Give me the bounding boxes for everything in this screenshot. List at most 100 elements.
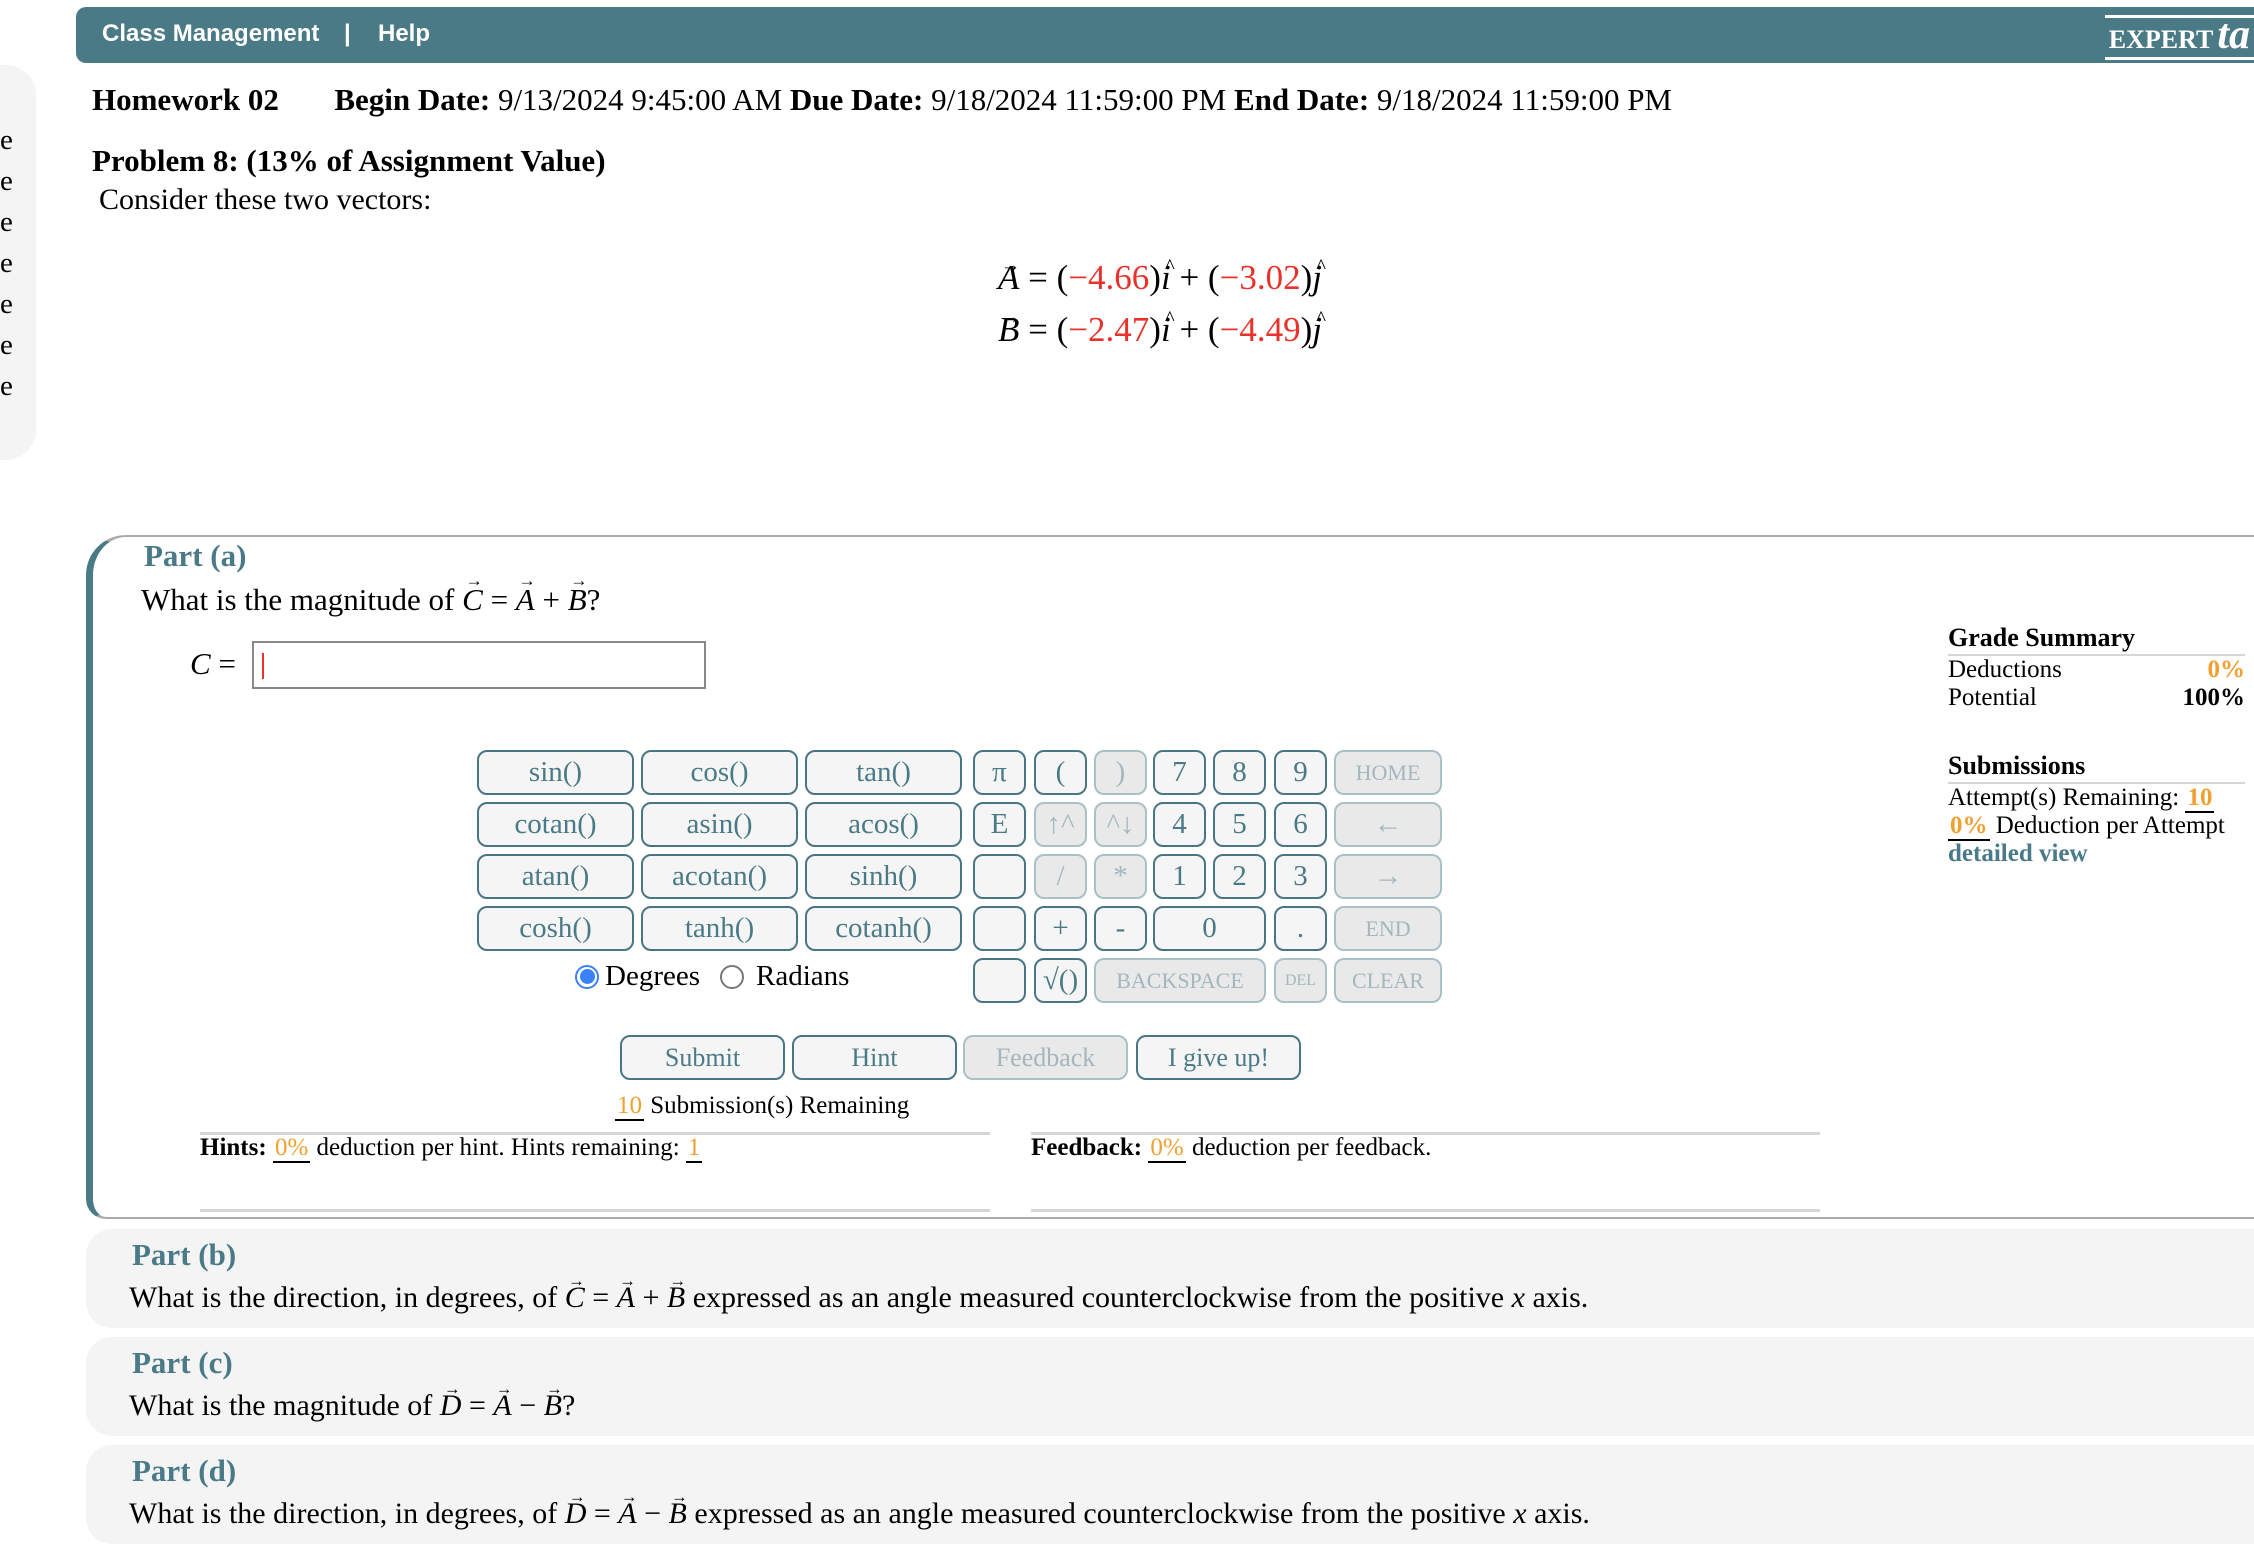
key-9[interactable]: 9 (1274, 750, 1327, 795)
key-acos[interactable]: acos() (805, 802, 962, 847)
top-nav-bar: Class Management | Help EXPERTta (76, 7, 2254, 63)
key-atan[interactable]: atan() (477, 854, 634, 899)
part_c-label: Part (c) (132, 1345, 233, 1380)
key-symbol[interactable]: + (1034, 906, 1087, 951)
key-symbol[interactable]: ← (1334, 802, 1442, 847)
feedback-info: Feedback: 0% deduction per feedback. (1031, 1134, 1432, 1163)
key-acotan[interactable]: acotan() (641, 854, 798, 899)
key-symbol[interactable]: ( (1034, 750, 1087, 795)
part-b-panel[interactable]: Part (b) What is the direction, in degre… (86, 1229, 2254, 1328)
sidebar-item-fragment[interactable]: te (0, 370, 13, 403)
key-sinh[interactable]: sinh() (805, 854, 962, 899)
key-3[interactable]: 3 (1274, 854, 1327, 899)
due-label: Due Date: (789, 82, 924, 117)
problem-intro: Consider these two vectors: (99, 183, 432, 216)
key-symbol[interactable]: . (1274, 906, 1327, 951)
part_b-label: Part (b) (132, 1237, 237, 1272)
key-symbol[interactable]: / (1034, 854, 1087, 899)
key-symbol[interactable]: * (1094, 854, 1147, 899)
deductions-value: 0% (2207, 656, 2246, 683)
key-4[interactable]: 4 (1153, 802, 1206, 847)
degrees-radio[interactable] (575, 964, 599, 989)
vector-b-equation: B = (−2.47)i + (−4.49)j (998, 292, 1326, 356)
radians-radio[interactable] (720, 964, 745, 989)
begin-date: 9/13/2024 9:45:00 AM (497, 82, 783, 117)
submit-button[interactable]: Submit (620, 1035, 785, 1080)
hint-button[interactable]: Hint (792, 1035, 957, 1080)
key-del[interactable]: DEL (1274, 958, 1327, 1003)
key-tan[interactable]: tan() (805, 750, 962, 795)
end-label: End Date: (1233, 82, 1370, 117)
key-symbol[interactable]: √() (1034, 958, 1087, 1003)
sidebar-item-fragment[interactable]: te (0, 165, 13, 198)
divider (1031, 1209, 1820, 1212)
sidebar-item-fragment[interactable]: te (0, 329, 13, 362)
key-e[interactable]: E (973, 802, 1026, 847)
part_c-question: What is the magnitude of D = A − B? (129, 1389, 575, 1423)
key-cotanh[interactable]: cotanh() (805, 906, 962, 951)
detailed-view-link[interactable]: detailed view (1948, 840, 2088, 867)
key-symbol[interactable]: - (1094, 906, 1147, 951)
part_d-question: What is the direction, in degrees, of D … (129, 1497, 1590, 1531)
sidebar-item-fragment[interactable]: te (0, 206, 13, 239)
key-blank[interactable] (973, 906, 1026, 951)
sidebar-item-fragment[interactable]: te (0, 288, 13, 321)
answer-label: C = (190, 646, 236, 681)
sidebar-item-fragment[interactable]: te (0, 124, 13, 157)
key-home[interactable]: HOME (1334, 750, 1442, 795)
key-cotan[interactable]: cotan() (477, 802, 634, 847)
part_d-label: Part (d) (132, 1453, 237, 1488)
key-8[interactable]: 8 (1213, 750, 1266, 795)
key-0[interactable]: 0 (1153, 906, 1266, 951)
part-a-question: What is the magnitude of C = A + B? (141, 582, 600, 618)
key-tanh[interactable]: tanh() (641, 906, 798, 951)
sidebar-item-fragment[interactable]: te (0, 247, 13, 280)
key-cosh[interactable]: cosh() (477, 906, 634, 951)
key-end[interactable]: END (1334, 906, 1442, 951)
key-asin[interactable]: asin() (641, 802, 798, 847)
key-sin[interactable]: sin() (477, 750, 634, 795)
assignment-header: Homework 02 Begin Date: 9/13/2024 9:45:0… (92, 82, 1672, 118)
key-blank[interactable] (973, 854, 1026, 899)
problem-title: Problem 8: (13% of Assignment Value) (92, 143, 606, 178)
due-date: 9/18/2024 11:59:00 PM (931, 82, 1227, 117)
key-6[interactable]: 6 (1274, 802, 1327, 847)
key-symbol[interactable]: → (1334, 854, 1442, 899)
key-backspace[interactable]: BACKSPACE (1094, 958, 1266, 1003)
expertta-logo: EXPERTta (2104, 14, 2254, 60)
key-1[interactable]: 1 (1153, 854, 1206, 899)
submissions-title: Submissions (1948, 750, 2245, 784)
part-d-panel[interactable]: Part (d) What is the direction, in degre… (86, 1445, 2254, 1544)
part-c-panel[interactable]: Part (c) What is the magnitude of D = A … (86, 1337, 2254, 1436)
feedback-button[interactable]: Feedback (963, 1035, 1128, 1080)
key-blank[interactable] (973, 958, 1026, 1003)
submissions-remaining: 10 Submission(s) Remaining (615, 1092, 910, 1121)
key-5[interactable]: 5 (1213, 802, 1266, 847)
answer-input[interactable] (252, 641, 706, 689)
potential-value: 100% (2182, 684, 2246, 711)
hints-info: Hints: 0% deduction per hint. Hints rema… (200, 1134, 703, 1163)
part-a-label: Part (a) (144, 538, 247, 573)
vector-equations: A = (−4.66)i + (−3.02)jB = (−2.47)i + (−… (998, 240, 1326, 356)
text-caret (262, 653, 264, 679)
end-date: 9/18/2024 11:59:00 PM (1376, 82, 1672, 117)
nav-separator: | (344, 20, 351, 47)
part_b-question: What is the direction, in degrees, of C … (129, 1281, 1588, 1315)
key-2[interactable]: 2 (1213, 854, 1266, 899)
grade-summary: Grade Summary Deductions 0% Potential 100%… (1948, 622, 2246, 867)
key-cos[interactable]: cos() (641, 750, 798, 795)
begin-label: Begin Date: (334, 82, 491, 117)
key-symbol[interactable]: ↑^ (1034, 802, 1087, 847)
nav-help[interactable]: Help (378, 20, 430, 48)
key-7[interactable]: 7 (1153, 750, 1206, 795)
nav-class-management[interactable]: Class Management (102, 20, 319, 48)
divider (200, 1209, 990, 1212)
key-symbol[interactable]: π (973, 750, 1026, 795)
angle-mode: Degrees Radians (575, 960, 849, 993)
key-symbol[interactable]: ^↓ (1094, 802, 1147, 847)
vector-a-equation: A = (−4.66)i + (−3.02)j (998, 240, 1326, 304)
key-symbol[interactable]: ) (1094, 750, 1147, 795)
key-clear[interactable]: CLEAR (1334, 958, 1442, 1003)
give-up-button[interactable]: I give up! (1136, 1035, 1301, 1080)
grade-summary-title: Grade Summary (1948, 622, 2245, 656)
